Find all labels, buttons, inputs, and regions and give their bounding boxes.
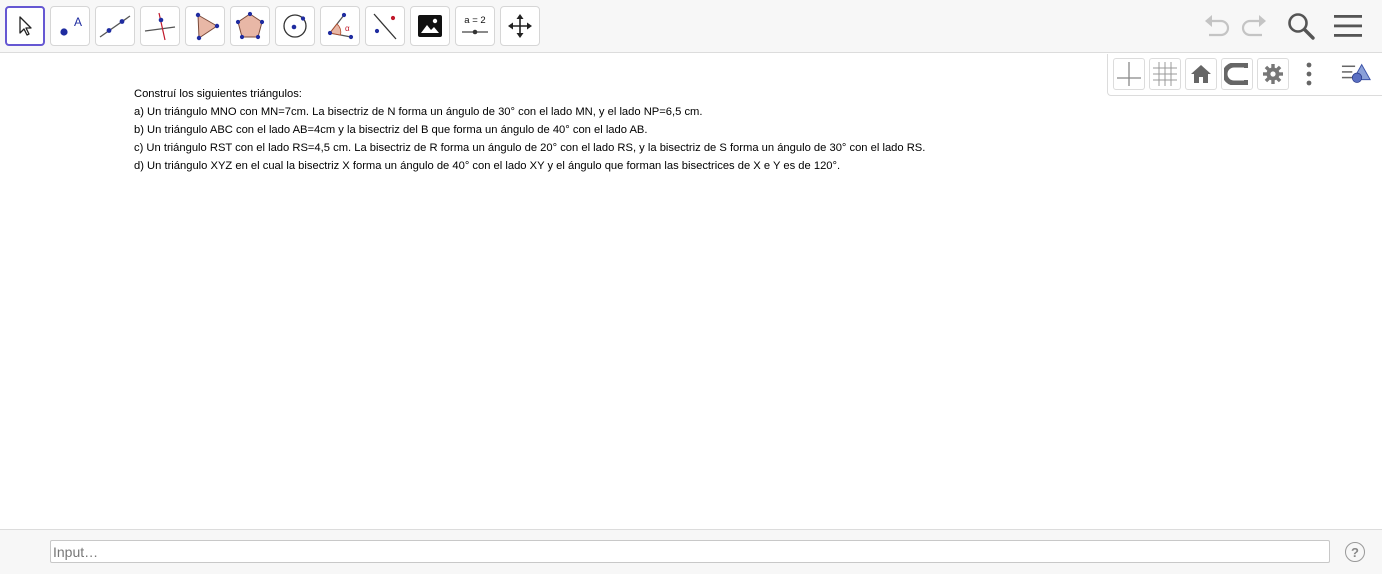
slider-tool-label: a = 2	[464, 15, 485, 26]
regular-polygon-tool[interactable]	[230, 6, 270, 46]
point-capturing-button[interactable]	[1221, 58, 1253, 90]
redo-icon	[1241, 15, 1266, 37]
polygon-tool[interactable]	[185, 6, 225, 46]
point-tool-label: A	[74, 15, 82, 29]
search-button[interactable]	[1281, 6, 1321, 46]
point-tool[interactable]: A	[50, 6, 90, 46]
task-heading: Construí los siguientes triángulos:	[134, 88, 302, 100]
standard-view-button[interactable]	[1185, 58, 1217, 90]
point-label-icon: A	[60, 15, 82, 36]
magnet-icon	[1224, 63, 1248, 85]
more-options-button[interactable]	[1293, 58, 1325, 90]
task-item-a: a) Un triángulo MNO con MN=7cm. La bisec…	[134, 106, 703, 118]
task-item-b: b) Un triángulo ABC con el lado AB=4cm y…	[134, 124, 648, 136]
menu-icon	[1334, 15, 1362, 37]
main-menu-button[interactable]	[1328, 6, 1368, 46]
redo-button[interactable]	[1234, 6, 1274, 46]
perpendicular-line-icon	[144, 12, 176, 41]
toggle-grid-button[interactable]	[1149, 58, 1181, 90]
toggle-stylebar-icon	[1341, 63, 1371, 83]
image-icon	[418, 15, 442, 37]
task-item-c: c) Un triángulo RST con el lado RS=4,5 c…	[134, 142, 926, 154]
algebra-input-field[interactable]	[50, 540, 1330, 563]
move-tool[interactable]	[5, 6, 45, 46]
image-tool[interactable]	[410, 6, 450, 46]
move-arrows-icon	[508, 14, 532, 38]
home-icon	[1191, 65, 1211, 83]
input-help-button[interactable]: ?	[1345, 542, 1365, 562]
task-item-d: d) Un triángulo XYZ en el cual la bisect…	[134, 160, 841, 172]
line-tool[interactable]	[95, 6, 135, 46]
arrow-pointer-icon	[19, 16, 32, 36]
angle-tool-label: α	[345, 24, 350, 33]
algebra-input-bar: ?	[0, 529, 1382, 574]
more-vertical-icon	[1306, 62, 1312, 86]
graphics-view[interactable]: Construí los siguientes triángulos: a) U…	[0, 54, 1382, 529]
toggle-axes-button[interactable]	[1113, 58, 1145, 90]
line-two-points-icon	[99, 15, 131, 38]
undo-icon	[1205, 15, 1230, 37]
graphics-style-bar	[1107, 54, 1382, 96]
undo-button[interactable]	[1197, 6, 1237, 46]
circle-center-icon	[283, 14, 307, 38]
angle-icon: α	[327, 12, 354, 40]
toggle-stylebar-button[interactable]	[1341, 58, 1373, 90]
reflect-tool[interactable]	[365, 6, 405, 46]
circle-tool[interactable]	[275, 6, 315, 46]
axes-icon	[1117, 62, 1141, 86]
slider-tool[interactable]: a = 2	[455, 6, 495, 46]
graphics-settings-button[interactable]	[1257, 58, 1289, 90]
perpendicular-line-tool[interactable]	[140, 6, 180, 46]
toolbar: A α a = 2	[0, 0, 1382, 53]
search-icon	[1288, 13, 1315, 40]
geogebra-app: A α a = 2 Construí los siguientes triáng…	[0, 0, 1382, 574]
grid-icon	[1153, 62, 1177, 86]
reflect-line-icon	[373, 13, 397, 40]
task-text[interactable]: Construí los siguientes triángulos: a) U…	[134, 85, 925, 175]
help-icon: ?	[1351, 544, 1359, 560]
move-graphics-tool[interactable]	[500, 6, 540, 46]
gear-icon	[1263, 64, 1283, 84]
slider-icon: a = 2	[462, 15, 488, 35]
triangle-polygon-icon	[195, 12, 220, 41]
angle-tool[interactable]: α	[320, 6, 360, 46]
pentagon-icon	[235, 11, 265, 40]
